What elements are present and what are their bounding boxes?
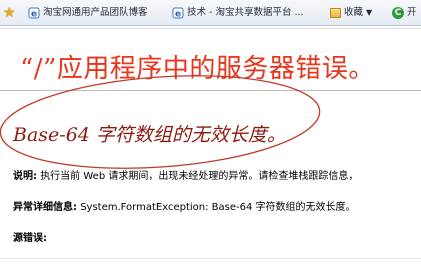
exception-text: System.FormatException: Base-64 字符数组的无效长… [80, 202, 356, 213]
description-text: 执行当前 Web 请求期间，出现未经处理的异常。请检查堆栈跟踪信息， [40, 171, 359, 182]
bottom-divider [0, 258, 421, 259]
source-error-line: 源错误: [13, 229, 47, 244]
description-label: 说明: [13, 171, 37, 182]
exception-label: 异常详细信息: [13, 202, 77, 213]
error-message: Base-64 字符数组的无效长度。 [13, 124, 286, 146]
exception-details-line: 异常详细信息: System.FormatException: Base-64 … [13, 198, 356, 213]
description-line: 说明: 执行当前 Web 请求期间，出现未经处理的异常。请检查堆栈跟踪信息， [13, 167, 358, 182]
source-error-label: 源错误: [13, 233, 47, 244]
